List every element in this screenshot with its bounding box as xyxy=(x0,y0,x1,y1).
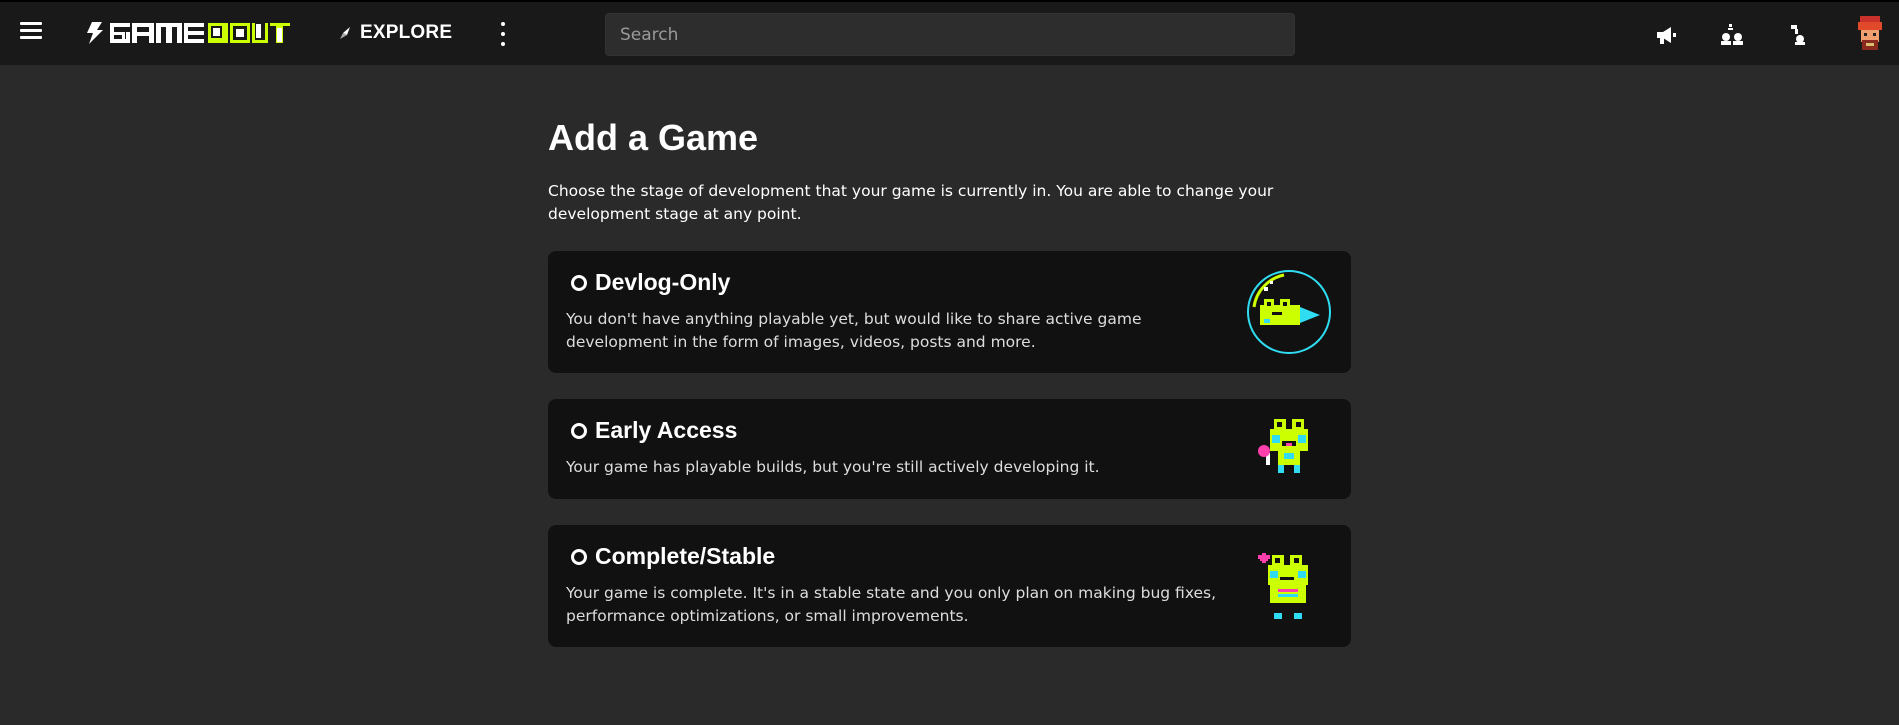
stage-option-devlog-only[interactable]: Devlog-Only You don't have anything play… xyxy=(548,251,1351,373)
user-group-icon[interactable] xyxy=(1720,22,1746,48)
stage-title: Early Access xyxy=(595,417,738,443)
hamburger-icon[interactable] xyxy=(20,22,42,44)
stage-description: You don't have anything playable yet, bu… xyxy=(566,310,1142,351)
page-title: Add a Game xyxy=(548,117,759,158)
frog-bubble-illustration xyxy=(1244,267,1334,361)
radio-button[interactable] xyxy=(571,549,587,565)
stage-description: Your game has playable builds, but you'r… xyxy=(566,458,1100,476)
explore-link[interactable]: EXPLORE xyxy=(338,22,452,44)
stage-title: Devlog-Only xyxy=(595,269,731,295)
logo-graphic xyxy=(87,22,290,44)
compass-icon xyxy=(340,27,350,39)
avatar[interactable] xyxy=(1856,16,1884,52)
add-game-section: Add a Game Choose the stage of developme… xyxy=(548,118,1351,226)
radio-button[interactable] xyxy=(571,423,587,439)
page-intro: Choose the stage of development that you… xyxy=(548,182,1274,223)
game-jolt-logo[interactable] xyxy=(84,18,290,48)
frog-lollipop-illustration xyxy=(1256,415,1322,487)
stage-option-early-access[interactable]: Early Access Your game has playable buil… xyxy=(548,399,1351,499)
stage-option-complete-stable[interactable]: Complete/Stable Your game is complete. I… xyxy=(548,525,1351,647)
stage-title: Complete/Stable xyxy=(595,543,776,569)
radio-button[interactable] xyxy=(571,275,587,291)
vertical-dots-icon[interactable] xyxy=(497,22,509,46)
notification-icon[interactable] xyxy=(1787,22,1813,48)
frog-heart-illustration xyxy=(1254,549,1322,627)
megaphone-icon[interactable] xyxy=(1653,22,1679,48)
explore-label: EXPLORE xyxy=(360,22,453,43)
search-input[interactable] xyxy=(606,14,1294,55)
stage-description: Your game is complete. It's in a stable … xyxy=(566,584,1217,625)
search-box xyxy=(605,13,1295,56)
top-navigation-bar: EXPLORE xyxy=(0,0,1899,65)
